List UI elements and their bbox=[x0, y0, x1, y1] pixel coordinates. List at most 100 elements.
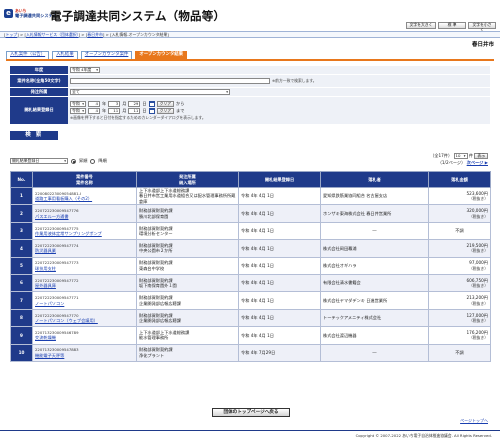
tab-bid-results[interactable]: 入札結果 bbox=[52, 51, 78, 59]
row-amount: 523,600円 （税抜き） bbox=[428, 186, 491, 206]
breadcrumb-top[interactable]: トップ bbox=[6, 32, 18, 37]
department-select[interactable]: 全て bbox=[70, 89, 230, 95]
case-name-link[interactable]: 作業用液体定常サンプリングポンプ bbox=[35, 231, 134, 236]
calendar-icon[interactable] bbox=[148, 107, 155, 114]
row-dept: 財務部資財契約課 中央公園市２か所 bbox=[136, 239, 239, 258]
date-from-month[interactable]: 3 bbox=[108, 100, 121, 107]
next-page-link[interactable]: 次ページ ▶ bbox=[467, 160, 488, 165]
breadcrumb: [トップ] > [入札情報サービス（団体選択）] > [春日井市] > [入札情… bbox=[0, 31, 500, 38]
row-dept: 財務部資財契約課 勝川北部保育園 bbox=[136, 204, 239, 223]
date-from-clear-button[interactable]: クリア bbox=[156, 100, 174, 107]
date-label: 開札結果登録日 bbox=[10, 97, 68, 124]
date-from-era[interactable]: 令和 bbox=[70, 100, 86, 107]
system-title: 電子調達共同システム（物品等） bbox=[50, 9, 226, 23]
row-no: 3 bbox=[10, 221, 33, 241]
row-case: 220713230009547883 機能電子天秤等 bbox=[32, 343, 137, 362]
row-amount: 不調 bbox=[428, 343, 491, 362]
page-indicator: （1/2ページ） bbox=[437, 160, 466, 165]
date-from-year[interactable]: 4 bbox=[88, 100, 100, 107]
row-no: 2 bbox=[10, 204, 33, 223]
total-count: （全17件） bbox=[430, 153, 453, 158]
table-row: 4 220722230009547774 防災器具業 財務部資財契約課 中央公園市２か… bbox=[10, 239, 491, 258]
calendar-icon[interactable] bbox=[148, 100, 155, 107]
breadcrumb-current: 入札情報-オープンカウンタ結果 bbox=[111, 32, 168, 37]
row-no: 6 bbox=[10, 273, 33, 293]
case-name-link[interactable]: パスエル一方通書 bbox=[35, 214, 134, 219]
department-label: 発注所属 bbox=[10, 88, 68, 96]
row-date: 令和 4年 4月 1日 bbox=[238, 308, 321, 328]
case-name-link[interactable]: ノートパソコン bbox=[35, 301, 134, 306]
back-to-org-top-button[interactable]: 団体のトップページへ戻る bbox=[212, 408, 290, 417]
date-to-month[interactable]: 11 bbox=[108, 107, 121, 114]
date-to-era[interactable]: 令和 bbox=[70, 107, 86, 114]
row-date: 令和 4年 4月 1日 bbox=[238, 273, 321, 293]
amount-tax: （税抜き） bbox=[469, 335, 488, 341]
footer-copyright: Copyright © 2007-2022 あいち電子自治体推進協議会. All… bbox=[0, 430, 500, 443]
tab-open-counter-cases[interactable]: オープンカウンタ案件 bbox=[80, 51, 133, 59]
site-logo[interactable]: e あいち 電子調達共同システム bbox=[4, 8, 57, 19]
breadcrumb-org-select[interactable]: 入札情報サービス（団体選択） bbox=[26, 32, 79, 37]
row-dept: 財務部資財契約課 企業開発部広報広聴課 bbox=[136, 291, 239, 310]
row-no: 10 bbox=[10, 343, 33, 362]
tab-bar: 入札案件（公告） 入札結果 オープンカウンタ案件 オープンカウンタ結果 bbox=[6, 51, 188, 59]
amount-tax: （税抜き） bbox=[469, 213, 488, 219]
row-no: 8 bbox=[10, 308, 33, 328]
form-row-year: 年度 令和 4年度 bbox=[10, 66, 490, 75]
sort-select[interactable]: 開札結果登録日 bbox=[10, 158, 68, 164]
row-amount: 97,000円 （税抜き） bbox=[428, 256, 491, 275]
search-button[interactable]: 検 索 bbox=[10, 131, 58, 140]
sort-desc-label: 降順 bbox=[98, 158, 107, 163]
font-smaller-button[interactable]: 文字を小さく bbox=[468, 22, 496, 31]
year-select[interactable]: 令和 4年度 bbox=[70, 67, 100, 73]
case-name-link[interactable]: 防災器具業 bbox=[35, 248, 134, 253]
col-winner: 落札者 bbox=[320, 171, 429, 188]
date-from-day[interactable]: 29 bbox=[128, 100, 141, 107]
row-winner: 有限会社清水書籍会 bbox=[320, 273, 429, 293]
form-row-date: 開札結果登録日 令和 4年 3月 29日 クリア から 令和 4年 11月 11… bbox=[10, 97, 490, 125]
table-row: 7 220722230009547771 ノートパソコン 財務部資財契約課 企業開発部… bbox=[10, 291, 491, 310]
date-to-day[interactable]: 11 bbox=[128, 107, 141, 114]
amount-value: 不調 bbox=[455, 228, 464, 234]
page-top-link[interactable]: ページトップへ bbox=[460, 418, 488, 424]
breadcrumb-city[interactable]: 春日井市 bbox=[87, 32, 103, 37]
date-to-year[interactable]: 4 bbox=[88, 107, 100, 114]
case-name-link[interactable]: 交流乾燥機 bbox=[35, 335, 134, 340]
case-name-input[interactable] bbox=[70, 78, 270, 84]
row-winner: 愛知県鉄筋業協同組合 名古屋支店 bbox=[320, 186, 429, 206]
case-name-link[interactable]: 屋外器具庫 bbox=[35, 283, 134, 288]
row-case: 220722230009547775 作業用液体定常サンプリングポンプ bbox=[32, 221, 137, 241]
tab-open-counter-results[interactable]: オープンカウンタ結果 bbox=[135, 51, 188, 59]
case-name-link[interactable]: 球技用支柱 bbox=[35, 266, 134, 271]
row-date: 令和 4年 7月29日 bbox=[238, 343, 321, 362]
font-standard-button[interactable]: 標 準 bbox=[438, 22, 466, 29]
table-row: 1 220080223009054881-I 道路工事用看板購入（その2） 上下水道部… bbox=[10, 186, 491, 206]
row-winner: 株式会社オギハラ bbox=[320, 256, 429, 275]
row-dept: 上下水道部上下水道総務課 能水管理事務所 bbox=[136, 326, 239, 345]
row-date: 令和 4年 4月 1日 bbox=[238, 186, 321, 206]
table-row: 10 220713230009547883 機能電子天秤等 財務部資財契約課 浄化プラ… bbox=[10, 343, 491, 362]
row-date: 令和 4年 4月 1日 bbox=[238, 326, 321, 345]
row-amount: 127,000円 （税抜き） bbox=[428, 308, 491, 328]
date-to-clear-button[interactable]: クリア bbox=[156, 107, 174, 114]
sort-desc-radio[interactable] bbox=[90, 158, 96, 164]
row-no: 4 bbox=[10, 239, 33, 258]
tab-bid-cases[interactable]: 入札案件（公告） bbox=[6, 51, 50, 59]
amount-tax: （税抜き） bbox=[469, 283, 488, 289]
row-amount: 不調 bbox=[428, 221, 491, 241]
from-label: から bbox=[176, 100, 185, 106]
sort-asc-radio[interactable] bbox=[71, 158, 76, 164]
font-larger-button[interactable]: 文字を大きく bbox=[406, 22, 436, 29]
col-date: 開札結果登録日 bbox=[238, 171, 321, 188]
site-header: e あいち 電子調達共同システム 電子調達共同システム（物品等） 文字を大きく … bbox=[0, 0, 500, 31]
calendar-help: ※画像を押下すると日付を指定するためのカレンダーダイアログを表示します。 bbox=[70, 114, 206, 120]
table-row: 2 220722230009547776 パスエル一方通書 財務部資財契約課 勝川北部… bbox=[10, 204, 491, 223]
case-name-link[interactable]: ノートパソコン（ウェブ会議用） bbox=[35, 318, 134, 323]
row-winner: 株式会社岡田幕浦 bbox=[320, 239, 429, 258]
row-dept: 財務部資財契約課 坂下南保育園外１園 bbox=[136, 273, 239, 293]
case-name-link[interactable]: 機能電子天秤等 bbox=[35, 353, 134, 358]
case-name-link[interactable]: 道路工事用看板購入（その2） bbox=[35, 196, 134, 201]
row-dept: 財務部資財契約課 東森台中学校 bbox=[136, 256, 239, 275]
case-name-label: 案件名称 (全角50文字) bbox=[10, 75, 68, 87]
date-to-row: 令和 4年 11月 11日 クリア まで bbox=[70, 107, 184, 114]
row-case: 220722230009547770 ノートパソコン（ウェブ会議用） bbox=[32, 308, 137, 328]
